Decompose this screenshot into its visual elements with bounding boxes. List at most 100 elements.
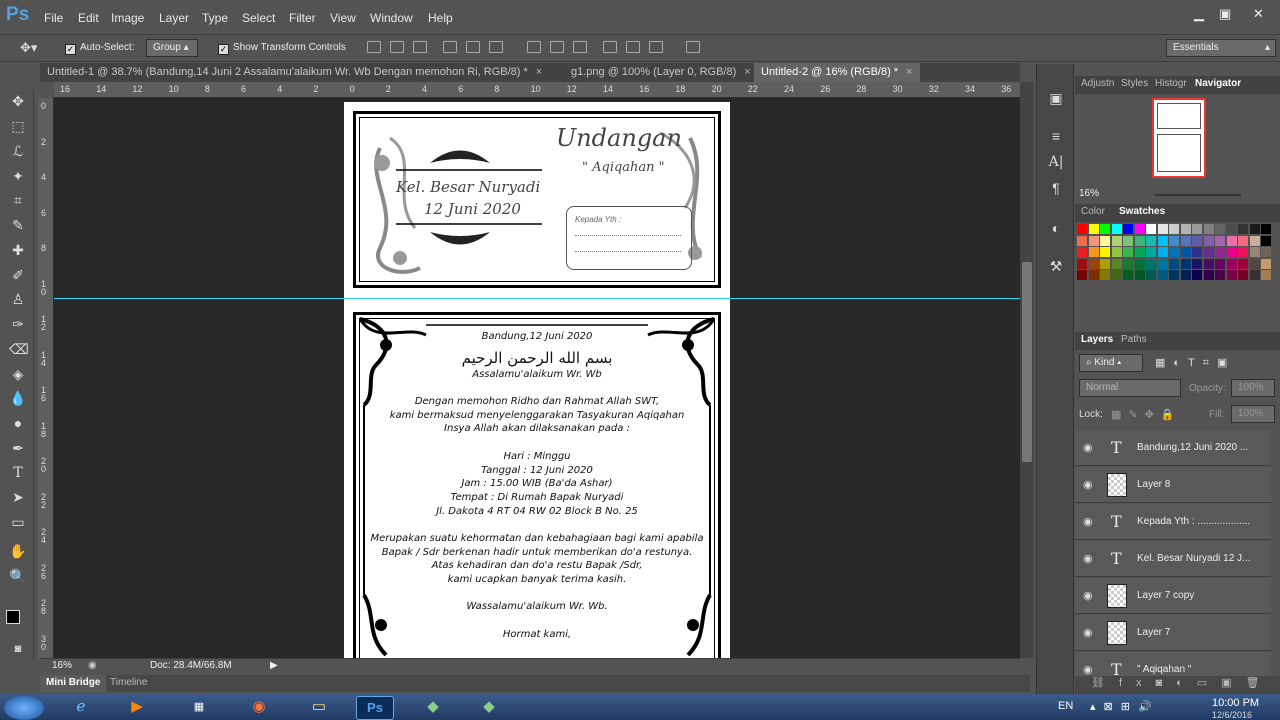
align-right-icon[interactable]	[489, 41, 503, 53]
auto-select-checkbox[interactable]: ✓ Auto-Select:	[65, 42, 134, 55]
color-swatch[interactable]	[1169, 247, 1179, 257]
color-swatch[interactable]	[1123, 270, 1133, 280]
blur-tool-icon[interactable]: 💧	[9, 389, 27, 407]
layer-row[interactable]: ◉ Layer 8	[1075, 467, 1271, 503]
explorer-icon[interactable]: ▭	[300, 696, 338, 720]
canvas-area[interactable]: Undangan " Aqiqahan " Kel. Besar Nuryadi…	[54, 98, 1020, 658]
color-swatch[interactable]	[1249, 258, 1260, 269]
show-transform-checkbox[interactable]: ✓ Show Transform Controls	[218, 42, 346, 55]
color-swatch[interactable]	[1100, 258, 1110, 269]
type-tool-icon[interactable]: T	[9, 464, 27, 482]
color-swatch[interactable]	[1180, 270, 1191, 280]
color-swatch[interactable]	[1100, 235, 1110, 246]
layer-filter-icons[interactable]: ▦◐T⌗▣	[1155, 356, 1235, 370]
lock-icons[interactable]: ▦✎✥🔒	[1111, 408, 1182, 421]
menu-help[interactable]: Help	[428, 11, 453, 25]
align-top-icon[interactable]	[367, 41, 381, 53]
tab-untitled-1[interactable]: Untitled-1 @ 38.7% (Bandung,14 Juni 2 As…	[40, 63, 560, 82]
status-icon[interactable]: ◉	[88, 660, 97, 671]
color-swatch[interactable]	[1203, 235, 1214, 246]
color-swatch[interactable]	[1169, 224, 1179, 234]
path-selection-tool-icon[interactable]: ➤	[9, 488, 27, 506]
color-swatch[interactable]	[1111, 224, 1122, 234]
color-swatch[interactable]	[1146, 247, 1156, 257]
close-button[interactable]: ✕	[1253, 6, 1264, 22]
color-swatch[interactable]	[1146, 258, 1156, 269]
color-swatch[interactable]	[1215, 270, 1225, 280]
color-swatch[interactable]	[1134, 247, 1145, 257]
layer-row[interactable]: ◉ Layer 7	[1075, 615, 1271, 651]
tab-untitled-2[interactable]: Untitled-2 @ 16% (RGB/8) * ×	[754, 63, 920, 82]
vertical-scroll-thumb[interactable]	[1022, 262, 1032, 462]
color-swatch[interactable]	[1180, 247, 1191, 257]
menu-edit[interactable]: Edit	[78, 11, 99, 25]
eraser-tool-icon[interactable]: ⌫	[9, 340, 29, 358]
color-swatch[interactable]	[1238, 258, 1248, 269]
color-swatch[interactable]	[1192, 270, 1202, 280]
media-player-icon[interactable]: ▶	[118, 696, 156, 720]
tray-icons[interactable]: ▴⊠⊞🔊	[1090, 700, 1160, 713]
color-swatch[interactable]	[1203, 270, 1214, 280]
color-swatch[interactable]	[1203, 247, 1214, 257]
color-swatch[interactable]	[1215, 224, 1225, 234]
tab-close-icon[interactable]: ×	[536, 66, 542, 78]
visibility-eye-icon[interactable]: ◉	[1083, 478, 1093, 491]
shape-tool-icon[interactable]: ▭	[9, 513, 27, 531]
color-swatch[interactable]	[1157, 258, 1168, 269]
opacity-field[interactable]: 100%	[1231, 379, 1275, 397]
tab-paths[interactable]: Paths	[1121, 334, 1147, 345]
tab-mini-bridge[interactable]: Mini Bridge	[40, 675, 107, 692]
color-swatch[interactable]	[1077, 270, 1087, 280]
app-icon[interactable]: ◆	[414, 696, 452, 720]
hand-tool-icon[interactable]: ✋	[9, 542, 27, 560]
color-swatch[interactable]	[1261, 247, 1271, 257]
color-swatch[interactable]	[1180, 235, 1191, 246]
tab-layers[interactable]: Layers	[1081, 334, 1113, 345]
align-left-icon[interactable]	[443, 41, 457, 53]
photoshop-taskbar-icon[interactable]: Ps	[356, 696, 394, 720]
navigator-zoom-slider[interactable]	[1155, 194, 1241, 196]
workspace-dropdown[interactable]: Essentials ▴	[1166, 39, 1276, 57]
tab-adjustments[interactable]: Adjustn	[1081, 78, 1114, 89]
status-menu-arrow-icon[interactable]: ▶	[270, 660, 278, 671]
menu-view[interactable]: View	[330, 11, 356, 25]
swatches-grid[interactable]	[1075, 222, 1275, 312]
align-bottom-icon[interactable]	[413, 41, 427, 53]
color-swatch[interactable]	[1088, 235, 1099, 246]
magic-wand-tool-icon[interactable]: ✦	[9, 167, 27, 185]
paint-bucket-tool-icon[interactable]: ◈	[9, 365, 27, 383]
color-swatch[interactable]	[1111, 235, 1122, 246]
color-swatch[interactable]	[1180, 224, 1191, 234]
tab-histogram[interactable]: Histogr	[1155, 78, 1187, 89]
color-swatch[interactable]	[1215, 235, 1225, 246]
visibility-eye-icon[interactable]: ◉	[1083, 626, 1093, 639]
color-swatch[interactable]	[1100, 247, 1110, 257]
layer-row[interactable]: ◉ T " Aqiqahan "	[1075, 652, 1271, 676]
visibility-eye-icon[interactable]: ◉	[1083, 441, 1093, 454]
move-tool-icon[interactable]: ✥	[9, 92, 27, 110]
video-player-icon[interactable]: ▦	[180, 696, 218, 720]
color-swatch[interactable]	[1226, 224, 1237, 234]
menu-type[interactable]: Type	[202, 11, 228, 25]
history-icon[interactable]: ▣	[1047, 90, 1065, 108]
color-swatch[interactable]	[1249, 247, 1260, 257]
color-swatch[interactable]	[1111, 247, 1122, 257]
ie-icon[interactable]: ℯ	[62, 696, 100, 720]
menu-select[interactable]: Select	[242, 11, 275, 25]
color-swatch[interactable]	[1238, 270, 1248, 280]
color-swatch[interactable]	[1192, 224, 1202, 234]
paragraph-icon[interactable]: ¶	[1047, 180, 1065, 198]
color-swatch[interactable]	[1134, 224, 1145, 234]
color-swatch[interactable]	[1169, 258, 1179, 269]
marquee-tool-icon[interactable]: ⬚	[9, 117, 27, 135]
layer-row[interactable]: ◉ T Kepada Yth : ...................	[1075, 504, 1271, 540]
brush-presets-icon[interactable]: ≡	[1047, 128, 1065, 146]
tab-close-icon[interactable]: ×	[906, 66, 912, 78]
foreground-color-swatch[interactable]	[6, 610, 20, 624]
dodge-tool-icon[interactable]: ●	[9, 414, 27, 432]
fill-field[interactable]: 100%	[1231, 405, 1275, 423]
auto-select-dropdown[interactable]: Group ▴	[146, 39, 198, 57]
distribute-vcenter-icon[interactable]	[550, 41, 564, 53]
color-swatch[interactable]	[1146, 270, 1156, 280]
distribute-hcenter-icon[interactable]	[626, 41, 640, 53]
